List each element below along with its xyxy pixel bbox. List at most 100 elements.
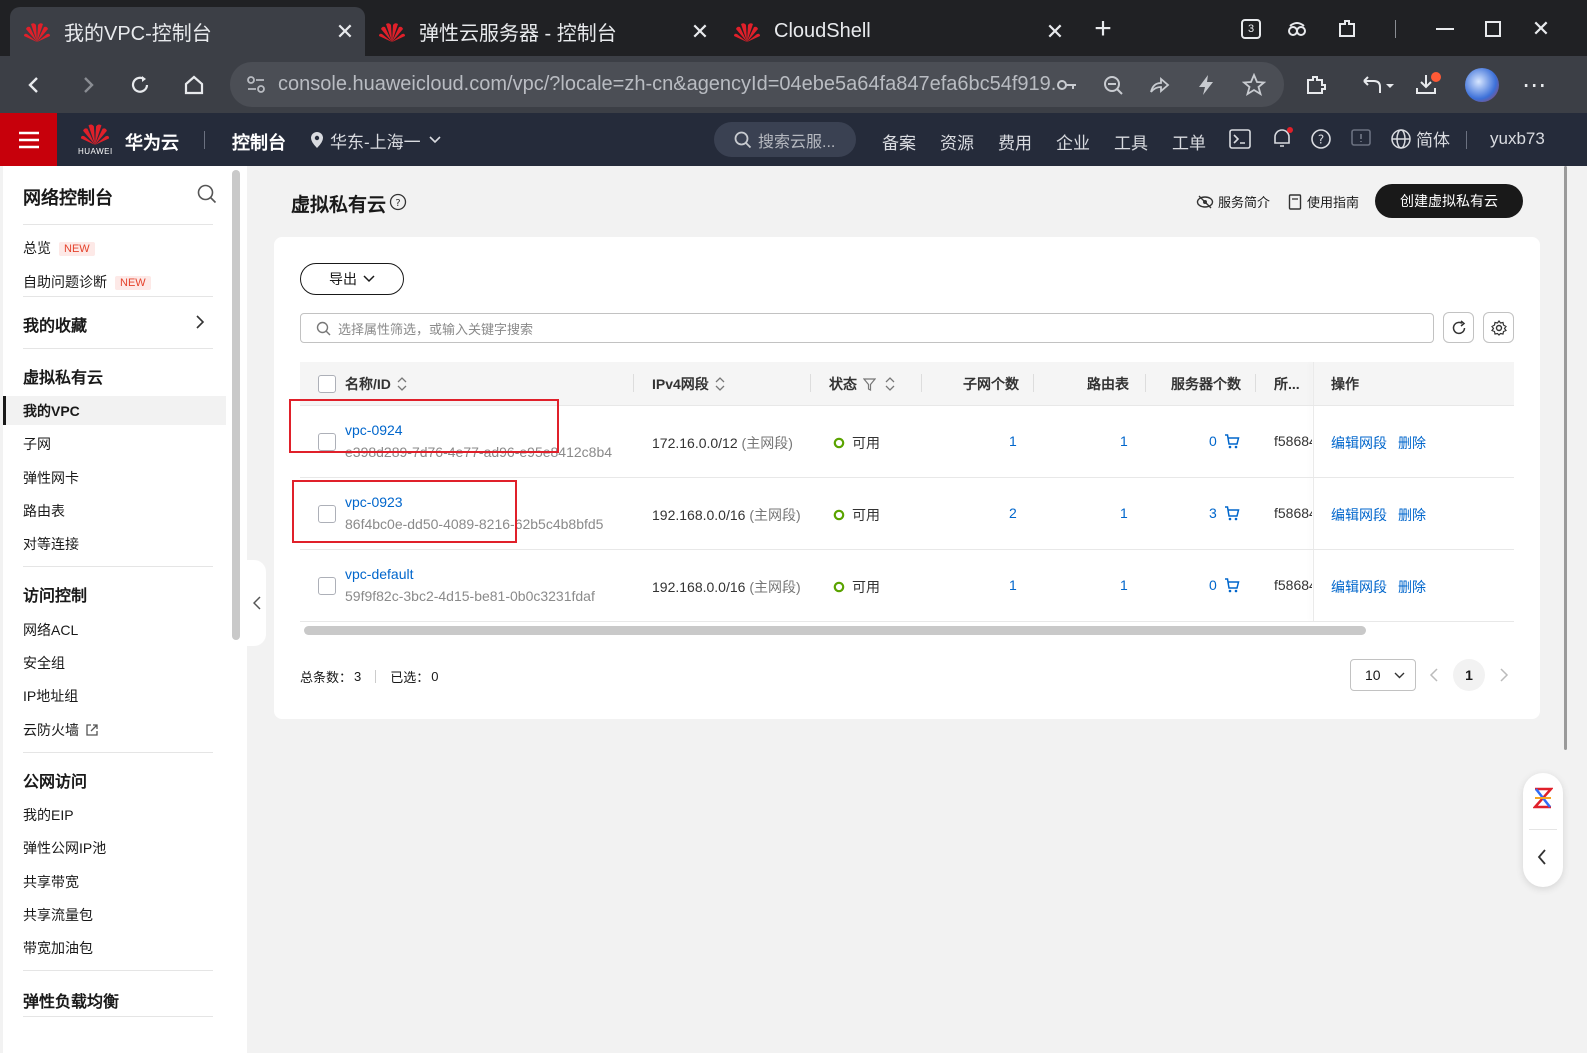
undo-dropdown-icon[interactable] [1358,69,1398,101]
edit-cidr-link[interactable]: 编辑网段 [1331,577,1387,597]
prev-page-icon[interactable] [1429,668,1439,682]
sidebar-item-overview[interactable]: 总览 NEW [23,238,95,258]
sidebar-favorites[interactable]: 我的收藏 [23,312,87,336]
page-size-select[interactable]: 10 [1350,659,1416,691]
nav-tools[interactable]: 工具 [1114,129,1148,154]
sidebar-item-eip-pool[interactable]: 弹性公网IP池 [23,838,106,858]
delete-link[interactable]: 删除 [1398,433,1426,453]
share-icon[interactable] [1148,74,1170,96]
edit-cidr-link[interactable]: 编辑网段 [1331,505,1387,525]
chevron-right-icon[interactable] [195,315,205,329]
extensions-puzzle-icon[interactable] [1300,69,1332,101]
nav-enterprise[interactable]: 企业 [1056,129,1090,154]
route-table-count-link[interactable]: 1 [1120,577,1128,593]
url-field[interactable]: console.huaweicloud.com/vpc/?locale=zh-c… [230,62,1284,107]
close-tab-icon[interactable]: ✕ [686,18,714,46]
menu-icon[interactable] [0,113,57,166]
route-table-count-link[interactable]: 1 [1120,505,1128,521]
feedback-icon[interactable] [1350,128,1372,150]
sidebar-item-security-group[interactable]: 安全组 [23,653,65,673]
cloudshell-terminal-icon[interactable] [1229,129,1251,149]
close-tab-icon[interactable]: ✕ [1041,18,1069,46]
subnet-count-link[interactable]: 1 [1009,433,1017,449]
chevron-left-icon[interactable] [1537,849,1547,865]
shopping-cart-icon[interactable] [1224,505,1240,521]
subnet-count-link[interactable]: 2 [1009,505,1017,521]
new-tab-button[interactable]: + [1088,12,1118,45]
profile-avatar[interactable] [1464,67,1500,103]
user-guide-link[interactable]: 使用指南 [1288,192,1359,211]
edit-cidr-link[interactable]: 编辑网段 [1331,433,1387,453]
subnet-count-link[interactable]: 1 [1009,577,1017,593]
table-horizontal-scrollbar[interactable] [304,626,1366,635]
downloads-icon[interactable] [1412,69,1444,101]
tab-cloudshell[interactable]: CloudShell ✕ [720,7,1075,56]
vpc-name-link[interactable]: vpc-default [345,566,413,582]
delete-link[interactable]: 删除 [1398,505,1426,525]
sidebar-item-eni[interactable]: 弹性网卡 [23,468,79,488]
sidebar-item-route-table[interactable]: 路由表 [23,501,65,521]
maximize-window-icon[interactable] [1478,14,1508,44]
sidebar-item-my-eip[interactable]: 我的EIP [23,805,74,825]
back-icon[interactable] [18,69,50,101]
delete-link[interactable]: 删除 [1398,577,1426,597]
sidebar-item-shared-data-package[interactable]: 共享流量包 [23,905,93,925]
extensions-icon[interactable] [1332,14,1362,44]
minimize-window-icon[interactable] [1430,14,1460,44]
sidebar-item-subnet[interactable]: 子网 [23,434,51,454]
site-info-icon[interactable] [246,75,266,95]
user-name[interactable]: yuxb73 [1490,129,1545,149]
sidebar-item-cloud-firewall[interactable]: 云防火墙 [23,720,99,740]
nav-resources[interactable]: 资源 [940,129,974,154]
assistant-logo-icon[interactable] [1533,787,1553,809]
tab-actions-button[interactable]: 3 [1236,14,1266,44]
page-number-current[interactable]: 1 [1453,659,1485,691]
sidebar-scrollbar[interactable] [232,170,240,640]
server-count-link[interactable]: 3 [1209,505,1217,521]
page-scrollbar[interactable] [1564,166,1567,750]
language-selector[interactable]: 简体 [1390,126,1450,151]
home-icon[interactable] [178,69,210,101]
sidebar-item-shared-bandwidth[interactable]: 共享带宽 [23,872,79,892]
brand-name[interactable]: 华为云 [125,129,179,155]
tab-ecs[interactable]: 弹性云服务器 - 控制台 ✕ [365,7,720,56]
copilot-icon[interactable] [1282,14,1312,44]
tab-my-vpc[interactable]: 我的VPC-控制台 ✕ [10,7,365,56]
row-checkbox[interactable] [318,577,336,595]
sidebar-item-my-vpc[interactable]: 我的VPC [23,401,80,421]
refresh-icon[interactable] [124,69,156,101]
nav-beian[interactable]: 备案 [882,129,916,154]
refresh-button[interactable] [1443,312,1474,343]
help-circle-icon[interactable]: ? [389,193,407,211]
column-status[interactable]: 状态 [829,374,895,394]
next-page-icon[interactable] [1499,668,1509,682]
global-search[interactable]: 搜索云服... [714,122,856,157]
close-tab-icon[interactable]: ✕ [331,18,359,46]
export-button[interactable]: 导出 [300,263,404,295]
nav-billing[interactable]: 费用 [998,129,1032,154]
sidebar-item-ip-group[interactable]: IP地址组 [23,686,78,706]
search-icon[interactable] [197,184,217,204]
more-menu-icon[interactable]: ⋯ [1518,69,1550,101]
console-link[interactable]: 控制台 [232,129,286,155]
sidebar-item-network-acl[interactable]: 网络ACL [23,620,78,640]
help-icon[interactable]: ? [1310,128,1332,150]
performance-icon[interactable] [1196,74,1216,96]
server-count-link[interactable]: 0 [1209,577,1217,593]
route-table-count-link[interactable]: 1 [1120,433,1128,449]
huawei-logo[interactable]: HUAWEI [78,121,112,161]
create-vpc-button[interactable]: 创建虚拟私有云 [1375,184,1523,218]
notification-bell-icon[interactable] [1270,126,1294,150]
sidebar-item-bandwidth-addon[interactable]: 带宽加油包 [23,938,93,958]
region-selector[interactable]: 华东-上海一 [310,127,441,153]
forward-icon[interactable] [72,69,104,101]
sidebar-item-peering[interactable]: 对等连接 [23,534,79,554]
filter-search-input[interactable]: 选择属性筛选，或输入关键字搜索 [300,313,1434,343]
sidebar-item-diagnosis[interactable]: 自助问题诊断 NEW [23,272,151,292]
close-window-icon[interactable]: ✕ [1526,14,1556,44]
nav-tickets[interactable]: 工单 [1172,129,1206,154]
zoom-out-icon[interactable] [1102,74,1124,96]
column-ipv4[interactable]: IPv4网段 [652,374,725,394]
service-intro-link[interactable]: 服务简介 [1196,192,1270,211]
select-all-checkbox[interactable] [318,375,336,393]
